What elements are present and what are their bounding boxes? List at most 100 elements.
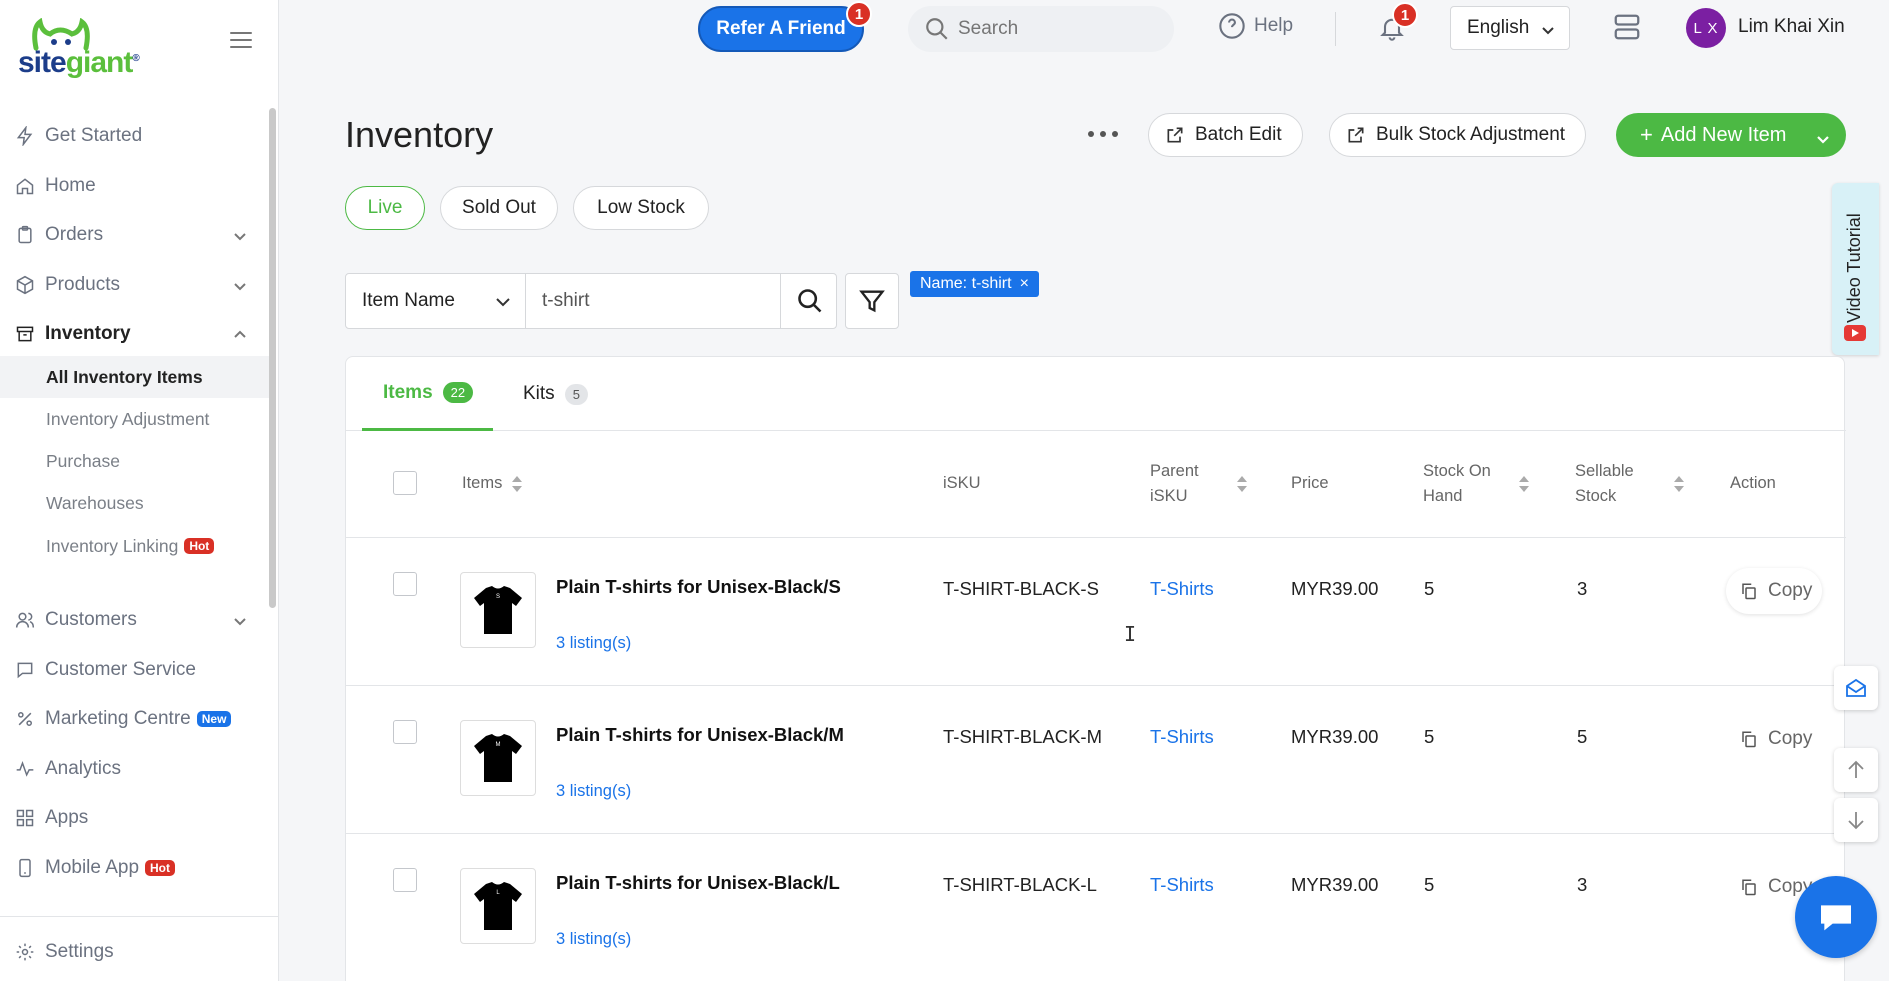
product-thumbnail[interactable]: L (460, 868, 536, 944)
sidebar-item-analytics[interactable]: Analytics (0, 749, 265, 789)
sort-icon[interactable] (1518, 474, 1529, 494)
percent-icon (14, 708, 36, 730)
chevron-down-icon (496, 298, 510, 307)
search-button[interactable] (780, 274, 838, 328)
status-pill-sold-out[interactable]: Sold Out (440, 186, 558, 230)
status-pill-live[interactable]: Live (345, 186, 425, 230)
parent-isku-link[interactable]: T-Shirts (1150, 874, 1214, 896)
sidebar-subitem-all-inventory-items[interactable]: All Inventory Items (0, 356, 269, 398)
sidebar-item-get-started[interactable]: Get Started (0, 116, 265, 156)
sellable-stock-value: 3 (1577, 578, 1588, 599)
refer-a-friend-button[interactable]: Refer A Friend (698, 6, 864, 52)
isku-value: T-SHIRT-BLACK-M (943, 726, 1102, 747)
copy-button[interactable]: Copy (1726, 716, 1822, 762)
menu-toggle-icon[interactable] (230, 32, 252, 50)
scroll-up-button[interactable] (1834, 748, 1878, 792)
scroll-down-button[interactable] (1834, 798, 1878, 842)
sort-icon[interactable] (512, 474, 523, 494)
sidebar-item-label: Mobile App (45, 857, 140, 878)
table-row[interactable]: S Plain T-shirts for Unisex-Black/S 3 li… (346, 538, 1846, 686)
chevron-down-icon (233, 277, 247, 291)
item-name[interactable]: Plain T-shirts for Unisex-Black/M (556, 724, 844, 746)
table-row[interactable]: M Plain T-shirts for Unisex-Black/M 3 li… (346, 686, 1846, 834)
topbar-divider (1335, 12, 1336, 46)
sidebar-item-customers[interactable]: Customers (0, 600, 265, 640)
listing-count-link[interactable]: 3 listing(s) (556, 634, 631, 653)
sidebar-item-inventory[interactable]: Inventory (0, 314, 265, 354)
row-checkbox[interactable] (393, 720, 417, 744)
price-value: MYR39.00 (1291, 726, 1379, 747)
parent-isku-link[interactable]: T-Shirts (1150, 726, 1214, 748)
sidebar-item-home[interactable]: Home (0, 166, 265, 206)
sidebar-subitem-purchase[interactable]: Purchase (0, 440, 269, 482)
status-pill-low-stock[interactable]: Low Stock (573, 186, 709, 230)
item-name[interactable]: Plain T-shirts for Unisex-Black/L (556, 872, 840, 894)
refer-notification-badge: 1 (846, 1, 872, 27)
language-select[interactable]: English (1450, 6, 1570, 50)
bolt-icon (14, 125, 36, 147)
chat-bubble-icon (1821, 905, 1851, 931)
copy-button[interactable]: Copy (1726, 568, 1822, 614)
filter-button[interactable] (845, 273, 899, 329)
sidebar-item-products[interactable]: Products (0, 265, 265, 305)
search-field-select[interactable]: Item Name (346, 274, 526, 328)
column-header-isku: iSKU (943, 474, 981, 492)
sort-icon[interactable] (1236, 474, 1247, 494)
column-header-items[interactable]: Items (462, 471, 523, 496)
chevron-down-icon[interactable] (1816, 129, 1830, 144)
product-thumbnail[interactable]: M (460, 720, 536, 796)
select-all-checkbox[interactable] (393, 471, 417, 495)
item-tabs: Items 22 Kits 5 (346, 357, 1846, 431)
live-chat-button[interactable] (1795, 876, 1877, 958)
sidebar-item-label: Marketing Centre (45, 708, 191, 729)
question-circle-icon (1219, 13, 1245, 39)
grid-icon (14, 807, 36, 829)
sidebar-item-apps[interactable]: Apps (0, 798, 265, 838)
global-search[interactable] (908, 6, 1174, 52)
server-icon[interactable] (1612, 12, 1644, 44)
phone-icon (14, 857, 36, 879)
message-float-button[interactable] (1834, 666, 1878, 710)
help-label: Help (1254, 15, 1294, 36)
sitegiant-logo[interactable]: sitegiant® (18, 18, 140, 79)
row-checkbox[interactable] (393, 868, 417, 892)
add-new-item-button[interactable]: + Add New Item (1616, 113, 1846, 157)
parent-isku-link[interactable]: T-Shirts (1150, 578, 1214, 600)
more-options-icon[interactable] (1088, 122, 1118, 146)
search-input[interactable] (526, 274, 780, 328)
sort-icon[interactable] (1673, 474, 1684, 494)
sidebar-item-settings[interactable]: Settings (0, 932, 265, 972)
sidebar-item-marketing-centre[interactable]: Marketing Centre New (0, 699, 265, 739)
column-header-sellable-stock[interactable]: Sellable Stock (1575, 459, 1684, 509)
column-header-stock-on-hand[interactable]: Stock On Hand (1423, 459, 1529, 509)
tab-kits[interactable]: Kits 5 (523, 357, 588, 431)
avatar[interactable]: L X (1686, 8, 1726, 48)
sidebar-item-mobile-app[interactable]: Mobile App Hot (0, 848, 265, 888)
listing-count-link[interactable]: 3 listing(s) (556, 930, 631, 949)
global-search-input[interactable] (958, 18, 1138, 40)
sidebar-subitem-inventory-adjustment[interactable]: Inventory Adjustment (0, 398, 269, 440)
item-name[interactable]: Plain T-shirts for Unisex-Black/S (556, 576, 841, 598)
sidebar-subitem-warehouses[interactable]: Warehouses (0, 482, 269, 524)
help-link[interactable]: Help (1218, 12, 1293, 40)
active-filter-chip: Name: t-shirt × (910, 271, 1039, 297)
sidebar-item-customer-service[interactable]: Customer Service (0, 650, 265, 690)
tab-items[interactable]: Items 22 (362, 357, 494, 431)
row-checkbox[interactable] (393, 572, 417, 596)
table-row[interactable]: L Plain T-shirts for Unisex-Black/L 3 li… (346, 834, 1846, 981)
close-icon[interactable]: × (1020, 275, 1029, 293)
column-header-parent-isku[interactable]: Parent iSKU (1150, 459, 1247, 509)
gear-icon (14, 941, 36, 963)
box-icon (14, 274, 36, 296)
bulk-stock-adjustment-button[interactable]: Bulk Stock Adjustment (1329, 113, 1587, 157)
product-thumbnail[interactable]: S (460, 572, 536, 648)
sidebar-item-orders[interactable]: Orders (0, 215, 265, 255)
video-tutorial-tab[interactable]: Video Tutorial (1832, 183, 1879, 355)
batch-edit-button[interactable]: Batch Edit (1148, 113, 1303, 157)
hot-badge: Hot (184, 538, 215, 554)
listing-count-link[interactable]: 3 listing(s) (556, 782, 631, 801)
copy-icon (1742, 583, 1756, 600)
sidebar-scrollbar[interactable] (269, 108, 276, 608)
sidebar-subitem-inventory-linking[interactable]: Inventory Linking Hot (0, 525, 269, 567)
user-name[interactable]: Lim Khai Xin (1738, 16, 1845, 38)
